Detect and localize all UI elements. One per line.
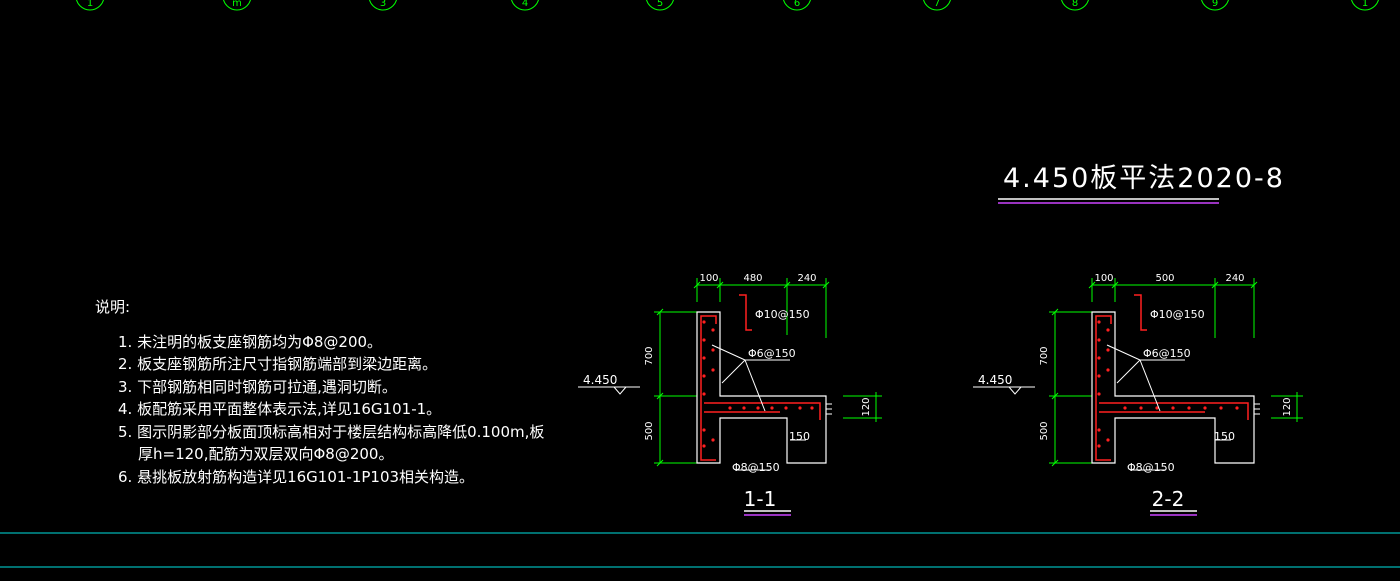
section-details: 100 480 240 700 500 4.450 Φ10@150 Φ6@150… — [0, 273, 1400, 568]
section-label: 1-1 — [744, 487, 777, 511]
dim-label: 100 — [1094, 273, 1113, 284]
section-1-1: 100 480 240 700 500 4.450 Φ10@150 Φ6@150… — [578, 273, 882, 516]
dim-label: 240 — [797, 273, 816, 284]
dim-label: 150 — [1214, 430, 1235, 443]
section-2-2: 100 500 240 700 500 4.450 Φ10@150 Φ6@150… — [973, 273, 1303, 516]
dim-label: 150 — [789, 430, 810, 443]
dim-label: 120 — [861, 397, 872, 416]
rebar-dots — [702, 320, 814, 448]
section-label: 2-2 — [1152, 487, 1185, 511]
rebar-label-top: Φ10@150 — [755, 308, 810, 321]
dim-label: 100 — [699, 273, 718, 284]
rebar-label-mid: Φ6@150 — [748, 347, 796, 360]
dim-label: 500 — [1039, 421, 1050, 440]
dim-label: 480 — [743, 273, 762, 284]
slab-tie-hatch — [1254, 403, 1260, 415]
rebar-label-bottom: Φ8@150 — [732, 461, 780, 474]
dim-label: 500 — [1155, 273, 1174, 284]
left-dimension — [654, 308, 697, 467]
dim-label: 500 — [644, 421, 655, 440]
rebar-dots — [1097, 320, 1239, 448]
elevation-mark: 4.450 — [973, 373, 1035, 395]
elevation-mark: 4.450 — [578, 373, 640, 395]
svg-text:4.450: 4.450 — [583, 373, 617, 387]
dim-label: 700 — [1039, 346, 1050, 365]
dim-label: 120 — [1282, 397, 1293, 416]
rebar-label-top: Φ10@150 — [1150, 308, 1205, 321]
dim-label: 700 — [644, 346, 655, 365]
frame-lines — [0, 532, 1400, 568]
left-dimension — [1049, 308, 1092, 467]
dim-label: 240 — [1225, 273, 1244, 284]
slab-tie-hatch — [826, 403, 832, 415]
svg-text:4.450: 4.450 — [978, 373, 1012, 387]
rebar-label-bottom: Φ8@150 — [1127, 461, 1175, 474]
rebar-label-mid: Φ6@150 — [1143, 347, 1191, 360]
